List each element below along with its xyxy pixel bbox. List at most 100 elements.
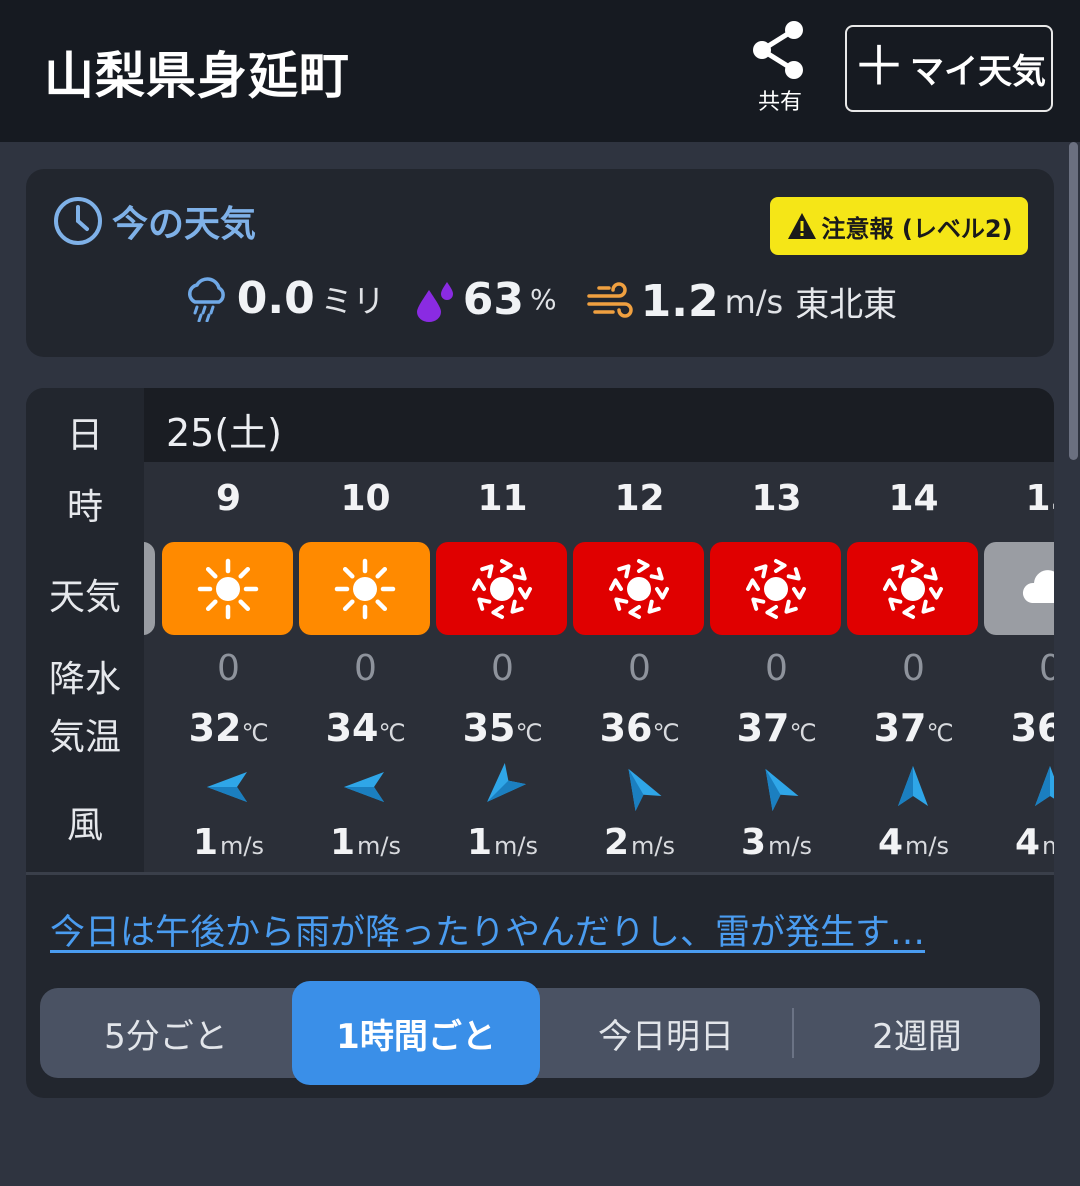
precip-value: 0.0 xyxy=(236,273,315,324)
temperature: 34℃ xyxy=(325,706,406,750)
label-wind: 風 xyxy=(66,805,103,846)
warning-label: 注意報 (レベル2) xyxy=(821,214,1013,243)
precip-value: 0 xyxy=(354,648,377,689)
weather-tile[interactable] xyxy=(847,542,978,635)
wind-speed: 2m/s xyxy=(603,822,676,863)
precip-unit: ミリ xyxy=(320,281,385,320)
add-my-weather-button[interactable]: ＋ マイ天気 xyxy=(845,25,1053,112)
current-weather-header: 今の天気 xyxy=(52,195,256,247)
wind-speed: 1m/s xyxy=(329,822,402,863)
precip-value: 0 xyxy=(217,648,240,689)
label-weather: 天気 xyxy=(48,577,121,618)
current-stats: 0.0 ミリ 63 % 1.2 m/s 東北東 xyxy=(26,273,1054,327)
temperature: 32℃ xyxy=(188,706,269,750)
forecast-summary-link[interactable]: 今日は午後から雨が降ったりやんだりし、雷が発生す… xyxy=(50,904,1030,955)
wind-value: 1.2 xyxy=(640,276,719,327)
tab-2weeks[interactable]: 2週間 xyxy=(794,988,1040,1078)
my-weather-label: マイ天気 xyxy=(910,52,1046,92)
tab-1hour[interactable]: 1時間ごと xyxy=(292,981,540,1085)
hour-label: 14 xyxy=(888,478,939,519)
hour-label: 12 xyxy=(614,478,665,519)
hour-column: 9 0 32℃ 1m/s xyxy=(160,462,297,872)
precip-value: 0 xyxy=(491,648,514,689)
arrow-up-left-icon xyxy=(765,768,799,811)
sun-icon xyxy=(333,557,397,621)
weather-tile[interactable] xyxy=(984,542,1054,635)
temperature: 36℃ xyxy=(1010,706,1054,750)
temperature: 35℃ xyxy=(462,706,543,750)
share-button[interactable]: 共有 xyxy=(748,18,812,118)
page-scrollbar[interactable] xyxy=(1068,142,1080,1186)
wind-speed: 1m/s xyxy=(192,822,265,863)
row-labels: 日 時 天気 降水 気温 風 xyxy=(26,388,144,872)
wind-icon xyxy=(586,281,633,318)
humidity-value: 63 xyxy=(462,274,524,325)
hourly-scroll-area[interactable]: 25(土) 9 0 32℃ 1m/s 10 0 34℃ 1m/s 11 0 35… xyxy=(144,388,1054,872)
hour-column: 11 0 35℃ 1m/s xyxy=(434,462,571,872)
hot-sun-icon xyxy=(607,557,671,621)
plus-icon: ＋ xyxy=(852,34,906,98)
section-divider xyxy=(26,872,1054,875)
wind-speed: 4m/s xyxy=(877,822,950,863)
temperature: 37℃ xyxy=(873,706,954,750)
warning-badge[interactable]: 注意報 (レベル2) xyxy=(770,197,1028,255)
temperature: 36℃ xyxy=(599,706,680,750)
label-day: 日 xyxy=(66,415,103,456)
hot-sun-icon xyxy=(881,557,945,621)
weather-tile[interactable] xyxy=(710,542,841,635)
weather-tile[interactable] xyxy=(436,542,567,635)
hour-label: 13 xyxy=(751,478,802,519)
hour-column: 15 0 36℃ 4m/s xyxy=(982,462,1054,872)
cloudy-icon xyxy=(1018,557,1054,621)
hour-label: 10 xyxy=(340,478,391,519)
weather-tile[interactable] xyxy=(162,542,293,635)
arrow-left-icon xyxy=(207,772,247,802)
weather-tile[interactable] xyxy=(573,542,704,635)
location-title: 山梨県身延町 xyxy=(44,47,350,105)
tab-today-tomorrow[interactable]: 今日明日 xyxy=(540,988,792,1078)
arrow-up-icon xyxy=(898,766,928,806)
share-icon xyxy=(753,21,803,79)
tab-5min[interactable]: 5分ごと xyxy=(40,988,292,1078)
precip-value: 0 xyxy=(902,648,925,689)
label-temp: 気温 xyxy=(48,717,121,758)
hot-sun-icon xyxy=(744,557,808,621)
current-weather-title: 今の天気 xyxy=(112,204,257,245)
date-label: 25(土) xyxy=(166,411,283,455)
share-label: 共有 xyxy=(757,90,802,115)
label-precip: 降水 xyxy=(48,659,121,700)
wind-speed: 4m/s xyxy=(1014,822,1054,863)
temperature: 37℃ xyxy=(736,706,817,750)
hot-sun-icon xyxy=(470,557,534,621)
precip-value: 0 xyxy=(628,648,651,689)
weather-tile[interactable] xyxy=(299,542,430,635)
warning-icon xyxy=(787,213,816,239)
arrow-up-left-icon xyxy=(628,768,662,811)
weather-tile-previous xyxy=(144,542,155,635)
arrow-down-left-icon xyxy=(487,762,527,802)
precip-value: 0 xyxy=(765,648,788,689)
humidity-stat: 63 % xyxy=(413,274,557,325)
sun-icon xyxy=(196,557,260,621)
wind-unit: m/s xyxy=(724,282,784,321)
scrollbar-thumb[interactable] xyxy=(1069,142,1078,460)
hour-column: 10 0 34℃ 1m/s xyxy=(297,462,434,872)
humidity-unit: % xyxy=(530,283,557,316)
current-weather-card: 今の天気 注意報 (レベル2) 0.0 ミリ 63 % 1.2 m/s 東北東 xyxy=(26,169,1054,357)
date-bar: 25(土) xyxy=(144,388,1054,462)
wind-stat: 1.2 m/s 東北東 xyxy=(585,276,897,327)
hour-column: 12 0 36℃ 2m/s xyxy=(571,462,708,872)
hour-label: 15 xyxy=(1025,478,1054,519)
wind-speed: 1m/s xyxy=(466,822,539,863)
hour-column: 13 0 37℃ 3m/s xyxy=(708,462,845,872)
interval-tabs: 5分ごと 1時間ごと 今日明日 2週間 xyxy=(40,981,1040,1085)
hour-label: 11 xyxy=(477,478,528,519)
clock-icon xyxy=(54,197,102,245)
precip-stat: 0.0 ミリ xyxy=(183,273,385,324)
label-hour: 時 xyxy=(66,487,103,528)
hour-column: 14 0 37℃ 4m/s xyxy=(845,462,982,872)
rain-cloud-icon xyxy=(187,276,225,322)
precip-value: 0 xyxy=(1039,648,1054,689)
hour-label: 9 xyxy=(215,478,242,519)
arrow-up-icon xyxy=(1035,766,1054,806)
